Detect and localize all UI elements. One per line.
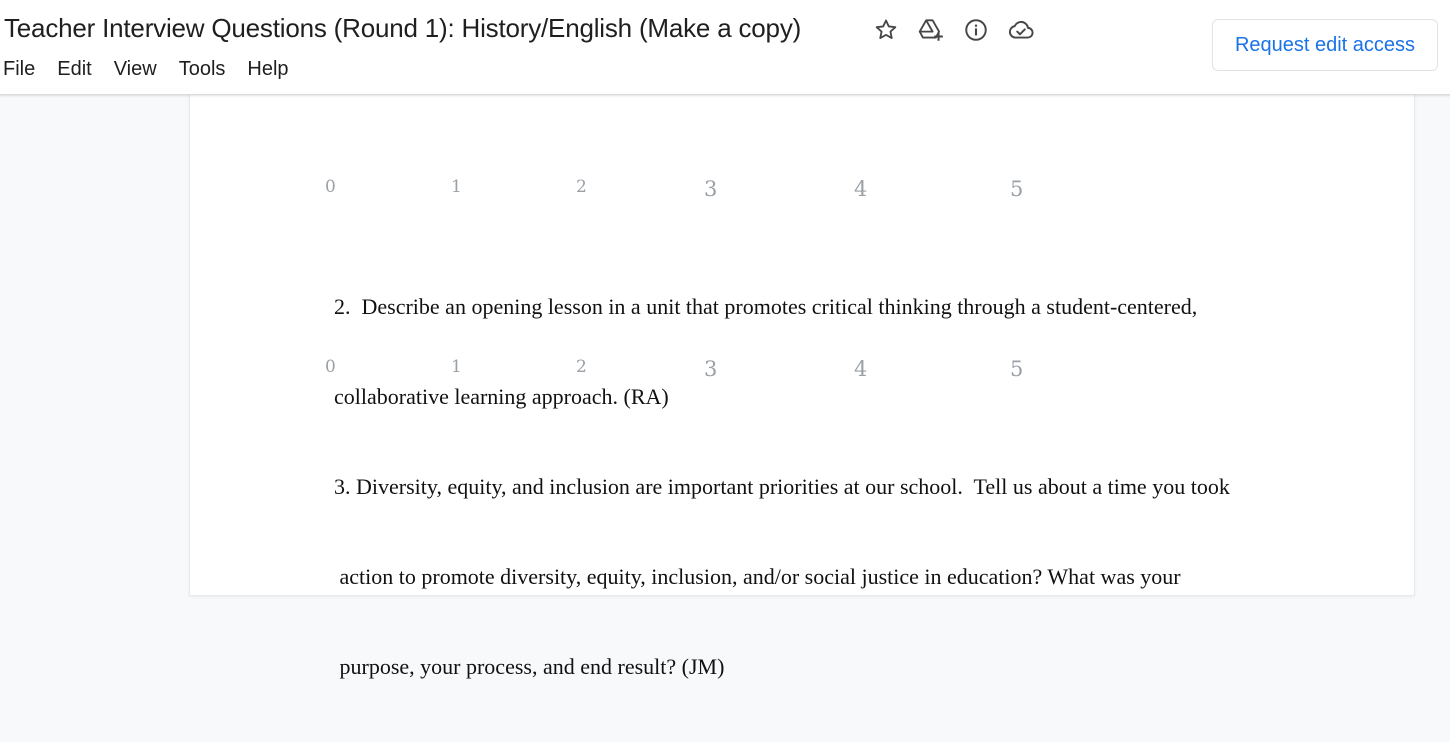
title-icon-bar (870, 14, 1050, 46)
scale-number: 2 (576, 177, 587, 197)
rating-scale: 0 1 2 3 4 5 (190, 357, 1414, 387)
menu-file[interactable]: File (3, 58, 35, 81)
menu-view[interactable]: View (114, 58, 157, 81)
docs-header: Teacher Interview Questions (Round 1): H… (0, 0, 1450, 95)
question-line: 3. Diversity, equity, and inclusion are … (334, 474, 1230, 499)
menu-tools[interactable]: Tools (179, 58, 226, 81)
scale-number: 0 (325, 357, 336, 377)
document-title[interactable]: Teacher Interview Questions (Round 1): H… (4, 13, 801, 44)
menu-help[interactable]: Help (247, 58, 288, 81)
scale-number: 4 (854, 357, 868, 381)
star-icon[interactable] (870, 14, 902, 46)
scale-number: 3 (704, 357, 718, 381)
menu-edit[interactable]: Edit (57, 58, 91, 81)
cloud-saved-icon[interactable] (1005, 14, 1037, 46)
scale-number: 1 (451, 177, 462, 197)
scale-number: 3 (704, 177, 718, 201)
scale-number: 0 (325, 177, 336, 197)
document-page: 0 1 2 3 4 5 2. Describe an opening lesso… (190, 95, 1414, 679)
question-line: purpose, your process, and end result? (… (334, 654, 725, 679)
scale-number: 4 (854, 177, 868, 201)
request-edit-access-button[interactable]: Request edit access (1212, 19, 1438, 71)
question-line: 2. Describe an opening lesson in a unit … (334, 294, 1198, 319)
scale-number: 5 (1010, 357, 1024, 381)
info-icon[interactable] (960, 14, 992, 46)
move-to-drive-icon[interactable] (915, 14, 947, 46)
scale-number: 1 (451, 357, 462, 377)
question-3: 3. Diversity, equity, and inclusion are … (334, 412, 1230, 742)
scale-number: 2 (576, 357, 587, 377)
scale-number: 5 (1010, 177, 1024, 201)
menu-bar: File Edit View Tools Help (3, 58, 311, 81)
rating-scale: 0 1 2 3 4 5 (190, 177, 1414, 207)
